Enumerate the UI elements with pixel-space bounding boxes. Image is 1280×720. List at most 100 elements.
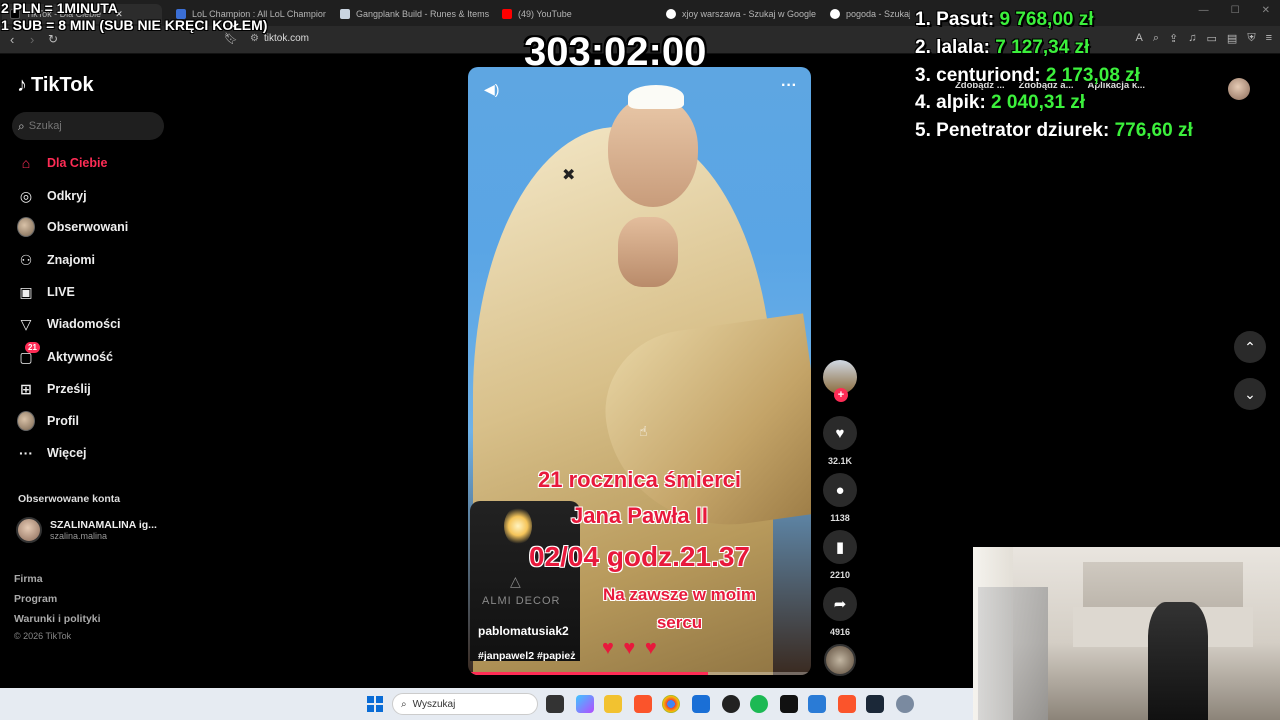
maximize-icon[interactable]: ☐ xyxy=(1231,5,1240,16)
video-player[interactable]: ✖ △ ALMI DECOR 21 rocznica śmierci Jana … xyxy=(468,67,811,675)
copilot-icon[interactable] xyxy=(576,695,594,713)
tab-youtube[interactable]: (49) YouTube xyxy=(502,4,652,24)
video-author[interactable]: pablomatusiak2 xyxy=(478,624,569,638)
leaderboard-name: Penetrator dziurek: xyxy=(936,120,1110,141)
wallet-icon[interactable]: ▤ xyxy=(1227,32,1237,45)
tab-label: xjoy warszawa - Szukaj w Google xyxy=(682,9,816,19)
tab-google-pogoda[interactable]: pogoda - Szukaj w Google xyxy=(830,4,910,24)
comment-icon[interactable]: ● xyxy=(823,473,857,507)
minimize-icon[interactable]: — xyxy=(1199,5,1209,16)
translate-icon[interactable]: A xyxy=(1136,32,1143,45)
windows-start-icon[interactable] xyxy=(367,696,383,712)
chrome-icon[interactable] xyxy=(662,695,680,713)
brave-icon[interactable] xyxy=(838,695,856,713)
comment-count: 1138 xyxy=(830,513,850,523)
copyright: © 2026 TikTok xyxy=(14,631,72,641)
sidebar-item-odkryj[interactable]: ◎ Odkryj xyxy=(17,187,87,205)
video-hashtags[interactable]: #janpawel2 #papież xyxy=(478,650,575,662)
video-caption-line-2: Jana Pawła II xyxy=(571,503,708,528)
share-action[interactable]: ➦ 4916 xyxy=(822,587,858,637)
previous-video-button[interactable]: ⌃ xyxy=(1234,331,1266,363)
leaderboard-name: lalala: xyxy=(936,37,991,58)
video-image-hands xyxy=(618,217,678,287)
avatar xyxy=(17,217,35,237)
follow-plus-icon[interactable]: + xyxy=(834,388,848,402)
video-caption-line-1: 21 rocznica śmierci xyxy=(537,467,741,492)
task-view-icon[interactable] xyxy=(546,695,564,713)
share-icon[interactable]: ⇪ xyxy=(1169,32,1178,45)
sidebar-item-live[interactable]: ▣ LIVE xyxy=(17,283,75,301)
next-video-button[interactable]: ⌄ xyxy=(1234,378,1266,410)
music-icon[interactable]: ♫ xyxy=(1188,32,1196,45)
sidebar-item-profil[interactable]: Profil xyxy=(17,411,79,431)
sidebar-item-znajomi[interactable]: ⚇ Znajomi xyxy=(17,251,95,269)
menu-icon[interactable]: ≡ xyxy=(1266,32,1272,45)
settings-icon[interactable] xyxy=(896,695,914,713)
account-name: SZALINAMALINA ig... xyxy=(50,519,157,531)
leaderboard-name: Pasut: xyxy=(936,9,995,30)
search-box[interactable]: ⌕ xyxy=(12,112,164,140)
back-icon[interactable]: ‹ xyxy=(10,32,14,47)
reload-icon[interactable]: ↻ xyxy=(48,32,58,46)
user-avatar[interactable] xyxy=(1228,78,1250,100)
heart-icon[interactable]: ♥ xyxy=(823,416,857,450)
sidebar-item-aktywnosc[interactable]: ▢ 21 Aktywność xyxy=(17,342,113,366)
forward-icon[interactable]: › xyxy=(30,32,34,47)
bookmark-icon[interactable]: 🔖︎ xyxy=(224,32,238,45)
music-disc[interactable] xyxy=(824,644,856,676)
taskbar-search[interactable]: ⌕ Wyszukaj xyxy=(392,693,538,715)
footer-link-terms[interactable]: Warunki i polityki xyxy=(14,613,101,625)
store-icon[interactable] xyxy=(692,695,710,713)
leaderboard-rank: 4. xyxy=(915,92,931,113)
spotify-icon[interactable] xyxy=(750,695,768,713)
site-info-icon[interactable]: ⚙ xyxy=(250,33,259,44)
video-image-head xyxy=(608,97,698,207)
sound-icon[interactable]: ◀) xyxy=(484,81,499,98)
search-icon: ⌕ xyxy=(401,698,407,710)
save-count: 2210 xyxy=(829,570,851,580)
avatar xyxy=(17,411,35,431)
shield-icon[interactable]: ⛨ xyxy=(1247,32,1255,45)
google-favicon xyxy=(666,9,676,19)
share-arrow-icon[interactable]: ➦ xyxy=(823,587,857,621)
leaderboard-amount: 776,60 zł xyxy=(1114,120,1193,141)
extension-icons: A ⌕ ⇪ ♫ ▭ ▤ ⛨ ≡ xyxy=(1136,32,1272,45)
sidebar-item-dla-ciebie[interactable]: ⌂ Dla Ciebie xyxy=(17,154,108,172)
followed-account[interactable]: SZALINAMALINA ig... szalina.malina xyxy=(16,517,157,543)
steam-icon[interactable] xyxy=(866,695,884,713)
tab-gangplank[interactable]: Gangplank Build - Runes & Items Pat xyxy=(340,4,490,24)
file-explorer-icon[interactable] xyxy=(604,695,622,713)
video-image-zucchetto xyxy=(628,85,684,109)
app-icon[interactable] xyxy=(808,695,826,713)
app-icon[interactable] xyxy=(780,695,798,713)
window-controls: — ☐ ✕ xyxy=(1199,5,1270,16)
footer-link-firma[interactable]: Firma xyxy=(14,573,43,585)
zoom-icon[interactable]: ⌕ xyxy=(1153,32,1159,45)
sidebar-item-label: Znajomi xyxy=(47,253,95,267)
more-options-icon[interactable]: ··· xyxy=(781,77,797,95)
obs-icon[interactable] xyxy=(722,695,740,713)
sidebar-item-przeslij[interactable]: ⊞ Prześlij xyxy=(17,380,91,398)
bookmark-icon[interactable]: ▮ xyxy=(823,530,857,564)
like-action[interactable]: ♥ 32.1K xyxy=(822,416,858,466)
tiktok-logo[interactable]: ♪ TikTok xyxy=(17,74,94,97)
save-action[interactable]: ▮ 2210 xyxy=(822,530,858,580)
footer-link-program[interactable]: Program xyxy=(14,593,57,605)
sidebar-item-obserwowani[interactable]: Obserwowani xyxy=(17,217,128,237)
video-caption-line-3: 02/04 godz.21.37 xyxy=(528,541,750,572)
comment-action[interactable]: ● 1138 xyxy=(822,473,858,523)
brave-icon[interactable] xyxy=(634,695,652,713)
url-field[interactable]: tiktok.com xyxy=(264,33,309,44)
chevron-down-icon: ⌄ xyxy=(1244,385,1256,402)
compass-icon: ◎ xyxy=(19,187,33,204)
search-input[interactable] xyxy=(28,120,149,132)
sidebar-item-wiadomosci[interactable]: ▽ Wiadomości xyxy=(17,315,121,333)
close-window-icon[interactable]: ✕ xyxy=(1262,5,1270,16)
sidebar-toggle-icon[interactable]: ▭ xyxy=(1207,32,1217,45)
webcam-feed xyxy=(973,547,1280,720)
leaderboard-rank: 2. xyxy=(915,37,931,58)
tab-google-xjoy[interactable]: xjoy warszawa - Szukaj w Google xyxy=(666,4,816,24)
sidebar-item-wiecej[interactable]: ··· Więcej xyxy=(17,444,87,462)
sidebar-item-label: LIVE xyxy=(47,285,75,299)
video-progress-bar[interactable] xyxy=(468,672,811,675)
